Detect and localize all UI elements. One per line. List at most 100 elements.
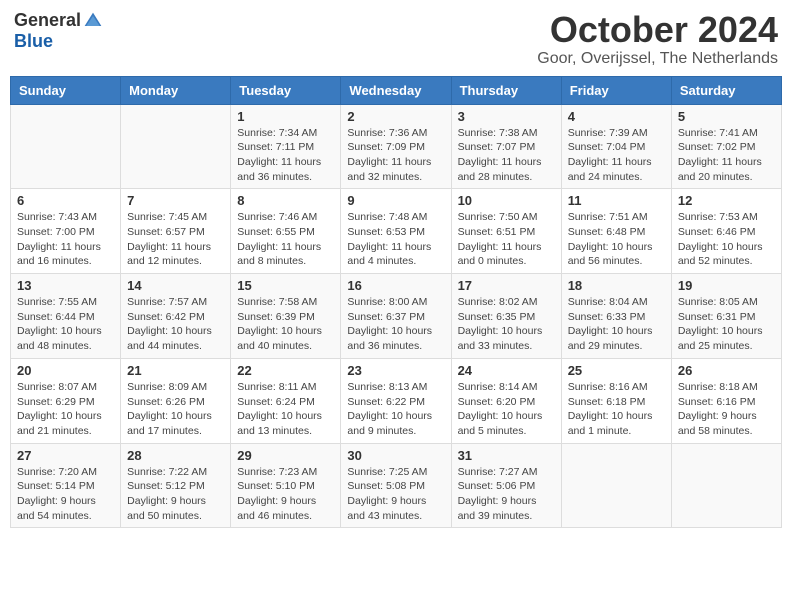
day-number: 16 (347, 278, 444, 293)
day-number: 20 (17, 363, 114, 378)
calendar-cell: 4 Sunrise: 7:39 AM Sunset: 7:04 PM Daylig… (561, 104, 671, 189)
calendar-cell: 26 Sunrise: 8:18 AM Sunset: 6:16 PM Dayli… (671, 358, 781, 443)
day-number: 23 (347, 363, 444, 378)
day-info: Sunrise: 7:39 AM Sunset: 7:04 PM Dayligh… (568, 126, 665, 185)
day-info: Sunrise: 8:09 AM Sunset: 6:26 PM Dayligh… (127, 380, 224, 439)
calendar-week-row: 1 Sunrise: 7:34 AM Sunset: 7:11 PM Daylig… (11, 104, 782, 189)
calendar-cell: 20 Sunrise: 8:07 AM Sunset: 6:29 PM Dayli… (11, 358, 121, 443)
calendar-cell: 28 Sunrise: 7:22 AM Sunset: 5:12 PM Dayli… (121, 443, 231, 528)
day-info: Sunrise: 7:34 AM Sunset: 7:11 PM Dayligh… (237, 126, 334, 185)
calendar-cell: 19Sunrise: 8:05 AM Sunset: 6:31 PM Dayli… (671, 274, 781, 359)
calendar-week-row: 20 Sunrise: 8:07 AM Sunset: 6:29 PM Dayli… (11, 358, 782, 443)
day-of-week-header: Friday (561, 76, 671, 104)
calendar-cell: 1 Sunrise: 7:34 AM Sunset: 7:11 PM Daylig… (231, 104, 341, 189)
day-of-week-header: Monday (121, 76, 231, 104)
calendar-cell: 29 Sunrise: 7:23 AM Sunset: 5:10 PM Dayli… (231, 443, 341, 528)
logo-blue-text: Blue (14, 31, 53, 52)
day-number: 18 (568, 278, 665, 293)
day-info: Sunrise: 7:53 AM Sunset: 6:46 PM Dayligh… (678, 210, 775, 269)
calendar-cell: 21Sunrise: 8:09 AM Sunset: 6:26 PM Dayli… (121, 358, 231, 443)
day-info: Sunrise: 8:02 AM Sunset: 6:35 PM Dayligh… (458, 295, 555, 354)
day-number: 12 (678, 193, 775, 208)
day-info: Sunrise: 8:16 AM Sunset: 6:18 PM Dayligh… (568, 380, 665, 439)
day-info: Sunrise: 7:57 AM Sunset: 6:42 PM Dayligh… (127, 295, 224, 354)
calendar-cell: 11 Sunrise: 7:51 AM Sunset: 6:48 PM Dayli… (561, 189, 671, 274)
day-number: 14 (127, 278, 224, 293)
calendar-cell: 6 Sunrise: 7:43 AM Sunset: 7:00 PM Daylig… (11, 189, 121, 274)
day-info: Sunrise: 7:23 AM Sunset: 5:10 PM Dayligh… (237, 465, 334, 524)
calendar-cell (121, 104, 231, 189)
calendar-cell: 17Sunrise: 8:02 AM Sunset: 6:35 PM Dayli… (451, 274, 561, 359)
month-title: October 2024 (537, 10, 778, 50)
calendar-cell: 3Sunrise: 7:38 AM Sunset: 7:07 PM Daylig… (451, 104, 561, 189)
calendar-header-row: SundayMondayTuesdayWednesdayThursdayFrid… (11, 76, 782, 104)
calendar-cell: 30Sunrise: 7:25 AM Sunset: 5:08 PM Dayli… (341, 443, 451, 528)
day-info: Sunrise: 7:38 AM Sunset: 7:07 PM Dayligh… (458, 126, 555, 185)
calendar-cell: 2 Sunrise: 7:36 AM Sunset: 7:09 PM Daylig… (341, 104, 451, 189)
day-number: 5 (678, 109, 775, 124)
day-number: 26 (678, 363, 775, 378)
day-number: 2 (347, 109, 444, 124)
calendar-cell (11, 104, 121, 189)
calendar-week-row: 27 Sunrise: 7:20 AM Sunset: 5:14 PM Dayli… (11, 443, 782, 528)
day-number: 24 (458, 363, 555, 378)
day-info: Sunrise: 7:55 AM Sunset: 6:44 PM Dayligh… (17, 295, 114, 354)
day-of-week-header: Sunday (11, 76, 121, 104)
calendar-week-row: 13 Sunrise: 7:55 AM Sunset: 6:44 PM Dayli… (11, 274, 782, 359)
day-number: 25 (568, 363, 665, 378)
day-number: 9 (347, 193, 444, 208)
day-number: 29 (237, 448, 334, 463)
day-info: Sunrise: 8:04 AM Sunset: 6:33 PM Dayligh… (568, 295, 665, 354)
calendar-cell: 25 Sunrise: 8:16 AM Sunset: 6:18 PM Dayli… (561, 358, 671, 443)
day-number: 13 (17, 278, 114, 293)
day-info: Sunrise: 7:27 AM Sunset: 5:06 PM Dayligh… (458, 465, 555, 524)
day-info: Sunrise: 7:22 AM Sunset: 5:12 PM Dayligh… (127, 465, 224, 524)
day-info: Sunrise: 7:51 AM Sunset: 6:48 PM Dayligh… (568, 210, 665, 269)
day-number: 4 (568, 109, 665, 124)
logo-general-text: General (14, 10, 81, 31)
calendar-cell (561, 443, 671, 528)
day-number: 15 (237, 278, 334, 293)
day-number: 28 (127, 448, 224, 463)
calendar-cell: 27 Sunrise: 7:20 AM Sunset: 5:14 PM Dayli… (11, 443, 121, 528)
title-area: October 2024 Goor, Overijssel, The Nethe… (537, 10, 778, 68)
day-of-week-header: Tuesday (231, 76, 341, 104)
day-info: Sunrise: 8:07 AM Sunset: 6:29 PM Dayligh… (17, 380, 114, 439)
day-info: Sunrise: 7:43 AM Sunset: 7:00 PM Dayligh… (17, 210, 114, 269)
logo: General Blue (14, 10, 103, 52)
day-info: Sunrise: 7:48 AM Sunset: 6:53 PM Dayligh… (347, 210, 444, 269)
day-info: Sunrise: 7:45 AM Sunset: 6:57 PM Dayligh… (127, 210, 224, 269)
day-of-week-header: Saturday (671, 76, 781, 104)
calendar-cell: 24 Sunrise: 8:14 AM Sunset: 6:20 PM Dayli… (451, 358, 561, 443)
calendar-cell: 31Sunrise: 7:27 AM Sunset: 5:06 PM Dayli… (451, 443, 561, 528)
calendar-cell (671, 443, 781, 528)
calendar-cell: 10Sunrise: 7:50 AM Sunset: 6:51 PM Dayli… (451, 189, 561, 274)
calendar-cell: 12 Sunrise: 7:53 AM Sunset: 6:46 PM Dayli… (671, 189, 781, 274)
day-info: Sunrise: 8:05 AM Sunset: 6:31 PM Dayligh… (678, 295, 775, 354)
day-number: 27 (17, 448, 114, 463)
day-number: 8 (237, 193, 334, 208)
day-info: Sunrise: 7:20 AM Sunset: 5:14 PM Dayligh… (17, 465, 114, 524)
location-text: Goor, Overijssel, The Netherlands (537, 50, 778, 68)
calendar-cell: 14 Sunrise: 7:57 AM Sunset: 6:42 PM Dayli… (121, 274, 231, 359)
day-of-week-header: Thursday (451, 76, 561, 104)
calendar-week-row: 6 Sunrise: 7:43 AM Sunset: 7:00 PM Daylig… (11, 189, 782, 274)
day-info: Sunrise: 7:36 AM Sunset: 7:09 PM Dayligh… (347, 126, 444, 185)
day-info: Sunrise: 8:13 AM Sunset: 6:22 PM Dayligh… (347, 380, 444, 439)
day-info: Sunrise: 8:18 AM Sunset: 6:16 PM Dayligh… (678, 380, 775, 439)
day-info: Sunrise: 8:14 AM Sunset: 6:20 PM Dayligh… (458, 380, 555, 439)
day-number: 11 (568, 193, 665, 208)
calendar-table: SundayMondayTuesdayWednesdayThursdayFrid… (10, 76, 782, 529)
day-number: 22 (237, 363, 334, 378)
calendar-cell: 9 Sunrise: 7:48 AM Sunset: 6:53 PM Daylig… (341, 189, 451, 274)
day-number: 1 (237, 109, 334, 124)
day-info: Sunrise: 7:25 AM Sunset: 5:08 PM Dayligh… (347, 465, 444, 524)
calendar-cell: 7Sunrise: 7:45 AM Sunset: 6:57 PM Daylig… (121, 189, 231, 274)
page-header: General Blue October 2024 Goor, Overijss… (10, 10, 782, 68)
day-number: 6 (17, 193, 114, 208)
day-of-week-header: Wednesday (341, 76, 451, 104)
day-number: 10 (458, 193, 555, 208)
day-info: Sunrise: 8:11 AM Sunset: 6:24 PM Dayligh… (237, 380, 334, 439)
calendar-cell: 13 Sunrise: 7:55 AM Sunset: 6:44 PM Dayli… (11, 274, 121, 359)
day-info: Sunrise: 8:00 AM Sunset: 6:37 PM Dayligh… (347, 295, 444, 354)
